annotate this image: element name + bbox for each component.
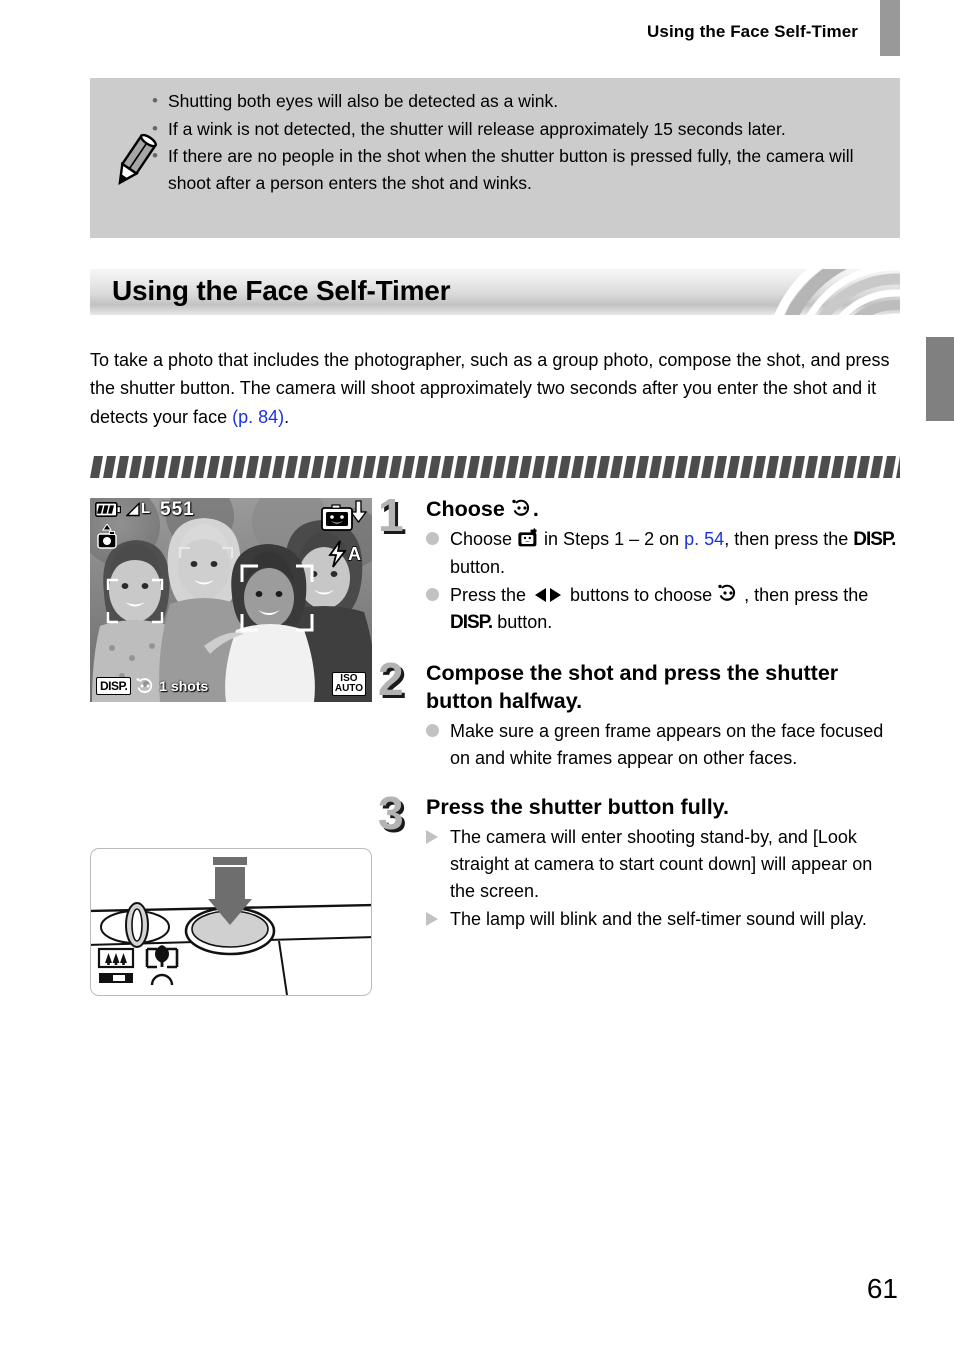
step-heading: Compose the shot and press the shutter b…: [426, 660, 839, 713]
chapter-side-tab: [926, 337, 954, 421]
step-detail-text: The lamp will blink and the self-timer s…: [450, 908, 867, 929]
step-detail-text: The camera will enter shooting stand-by,…: [450, 826, 873, 901]
intro-text-part1: To take a photo that includes the photog…: [90, 350, 890, 427]
lcd-screen-example: L 551 A DISP. 1 shots ISO AUTO: [90, 498, 372, 702]
page-tab-marker-icon: [880, 0, 900, 56]
bullet-dot-icon: [426, 582, 450, 602]
flash-auto-icon: A: [328, 540, 362, 568]
face-self-timer-icon: [512, 499, 529, 516]
step-heading: Press the shutter button fully.: [426, 794, 730, 819]
detail-text: Choose: [450, 528, 518, 549]
detail-text: , then press the: [724, 528, 854, 549]
self-timer-menu-icon: [518, 528, 537, 547]
svg-text:A: A: [348, 544, 361, 564]
compression-fine-icon: [126, 502, 140, 517]
page-number: 61: [866, 1273, 898, 1304]
note-item: • Shutting both eyes will also be detect…: [152, 88, 886, 115]
step-2: 2 Compose the shot and press the shutter…: [378, 652, 898, 772]
bullet-icon: •: [152, 91, 158, 110]
step-number: 3: [378, 786, 404, 839]
iso-value: AUTO: [334, 683, 363, 694]
disp-button-glyph: DISP.: [853, 528, 896, 550]
step-list: 1 Choose . Choose in Steps 1 – 2 on p. 5…: [378, 489, 898, 947]
header-title: Using the Face Self-Timer: [647, 22, 858, 41]
bullet-icon: •: [152, 118, 158, 138]
running-header: Using the Face Self-Timer: [0, 0, 954, 60]
step-detail: Press the buttons to choose , then press…: [426, 582, 898, 638]
intro-text-part2: .: [284, 406, 290, 427]
face-self-timer-icon: [718, 585, 736, 602]
note-item: • If there are no people in the shot whe…: [152, 143, 886, 196]
detail-text: , then press the: [739, 585, 869, 606]
face-self-timer-icon: [136, 677, 153, 693]
detail-text: button.: [492, 612, 553, 633]
step-detail: Choose in Steps 1 – 2 on p. 54, then pre…: [426, 526, 898, 582]
disp-button-hint: DISP.: [96, 676, 132, 695]
self-timer-shot-count: 1 shots: [159, 677, 209, 694]
shooting-mode-icon: [97, 524, 117, 549]
iso-auto-indicator: ISO AUTO: [331, 672, 366, 696]
note-item-text: Shutting both eyes will also be detected…: [168, 91, 559, 111]
triangle-marker-icon: [426, 906, 450, 926]
triangle-marker-icon: [426, 824, 450, 844]
note-item: • If a wink is not detected, the shutter…: [152, 116, 886, 143]
face-self-timer-mode-icon: [321, 500, 368, 531]
decorative-arcs-icon: [774, 269, 900, 315]
note-item-text: If there are no people in the shot when …: [168, 146, 854, 193]
note-item-text: If a wink is not detected, the shutter w…: [168, 118, 786, 139]
left-right-buttons-icon: [535, 588, 562, 603]
step-heading-suffix: .: [532, 497, 539, 521]
image-quality-label: L: [141, 500, 151, 517]
tip-note-box: • Shutting both eyes will also be detect…: [90, 78, 900, 238]
battery-full-icon: [95, 502, 121, 517]
detail-text: button.: [450, 557, 506, 578]
step-3: 3 Press the shutter button fully. The ca…: [378, 786, 898, 933]
hatched-divider: [90, 456, 900, 478]
step-number: 2: [378, 652, 404, 705]
section-intro-paragraph: To take a photo that includes the photog…: [90, 346, 890, 431]
page-reference-link[interactable]: (p. 84): [232, 407, 284, 427]
step-number: 1: [378, 489, 404, 541]
lcd-osd-overlay: L 551 A DISP. 1 shots ISO AUTO: [90, 498, 372, 702]
zoom-wide-tele-icon: [145, 945, 179, 986]
disp-button-glyph: DISP.: [450, 612, 493, 634]
shots-remaining-count: 551: [160, 499, 195, 520]
bullet-dot-icon: [426, 526, 450, 545]
lcd-bottom-status: DISP. 1 shots: [96, 675, 208, 696]
step-heading: Choose .: [426, 496, 898, 524]
page-reference-link[interactable]: p. 54: [684, 529, 724, 549]
detail-text: Press the: [450, 585, 532, 606]
detail-text: buttons to choose: [565, 585, 718, 606]
step-detail-text: Choose in Steps 1 – 2 on p. 54, then pre…: [450, 526, 898, 582]
step-detail: Make sure a green frame appears on the f…: [426, 718, 898, 772]
step-detail: The lamp will blink and the self-timer s…: [426, 906, 898, 933]
detail-text: in Steps 1 – 2 on: [539, 528, 685, 549]
step-1: 1 Choose . Choose in Steps 1 – 2 on p. 5…: [378, 489, 898, 638]
bullet-dot-icon: [426, 718, 450, 737]
step-detail-text: Make sure a green frame appears on the f…: [450, 720, 884, 768]
section-title-bar: Using the Face Self-Timer: [90, 269, 900, 315]
bullet-icon: •: [152, 146, 158, 166]
step-detail: The camera will enter shooting stand-by,…: [426, 824, 898, 905]
step-heading-text: Choose: [426, 497, 511, 521]
step-detail-text: Press the buttons to choose , then press…: [450, 582, 898, 638]
page-title: Using the Face Self-Timer: [112, 275, 451, 306]
macro-landscape-icon: [97, 947, 135, 983]
note-list: • Shutting both eyes will also be detect…: [152, 88, 886, 197]
shutter-button-press-diagram: [90, 848, 372, 996]
